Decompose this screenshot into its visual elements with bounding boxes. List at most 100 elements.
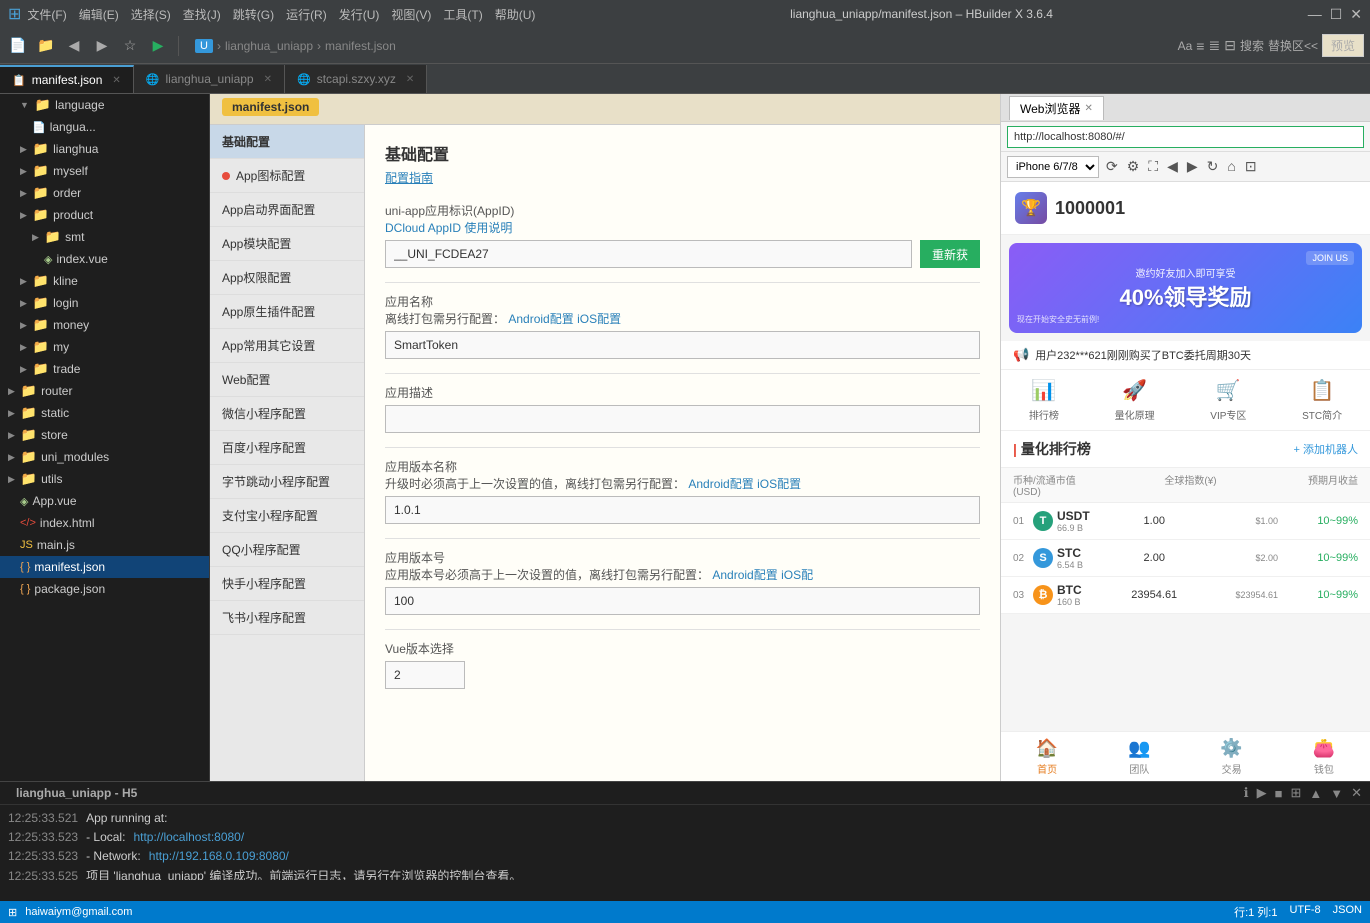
version-num-ios-link[interactable]: iOS配 (781, 568, 813, 582)
menu-view[interactable]: 视图(V) (391, 6, 431, 23)
align-button[interactable]: ≣ (1208, 37, 1220, 54)
add-robot-button[interactable]: + 添加机器人 (1294, 441, 1358, 457)
open-file-button[interactable]: 📁 (34, 34, 58, 58)
tab-stcapi[interactable]: 🌐 stcapi.szxy.xyz ✕ (285, 65, 427, 93)
bottom-close-button[interactable]: ✕ (1351, 785, 1362, 801)
sidebar-item-store[interactable]: ▶ 📁 store (0, 424, 209, 446)
menu-file[interactable]: 文件(F) (27, 6, 66, 23)
sidebar-item-myself[interactable]: ▶ 📁 myself (0, 160, 209, 182)
appid-usage-link[interactable]: 使用说明 (464, 221, 512, 235)
config-nav-app-launch[interactable]: App启动界面配置 (210, 193, 364, 227)
sidebar-item-my[interactable]: ▶ 📁 my (0, 336, 209, 358)
bottom-run-button[interactable]: ▶ (1257, 785, 1267, 801)
sidebar-item-trade[interactable]: ▶ 📁 trade (0, 358, 209, 380)
config-nav-web[interactable]: Web配置 (210, 363, 364, 397)
config-nav-basic[interactable]: 基础配置 (210, 125, 364, 159)
config-nav-toutiao[interactable]: 字节跳动小程序配置 (210, 465, 364, 499)
config-nav-app-sdk[interactable]: App模块配置 (210, 227, 364, 261)
bottom-down-button[interactable]: ▼ (1330, 786, 1343, 801)
version-android-link[interactable]: Android配置 (688, 477, 753, 491)
run-button[interactable]: ▶ (146, 34, 170, 58)
forward-button[interactable]: ▶ (90, 34, 114, 58)
sidebar-item-main-js[interactable]: JS main.js (0, 534, 209, 556)
sidebar-item-utils[interactable]: ▶ 📁 utils (0, 468, 209, 490)
config-nav-app-icon[interactable]: App图标配置 (210, 159, 364, 193)
nav-icon-stc[interactable]: 📋 STC简介 (1302, 378, 1342, 422)
tab-close-stcapi[interactable]: ✕ (406, 74, 414, 85)
log-link-network[interactable]: http://192.168.0.109:8080/ (149, 847, 289, 866)
forward-nav-button[interactable]: ▶ (1184, 158, 1201, 175)
back-nav-button[interactable]: ◀ (1164, 158, 1181, 175)
sidebar-item-app-vue[interactable]: ◈ App.vue (0, 490, 209, 512)
ios-config-link[interactable]: iOS配置 (577, 312, 621, 326)
sidebar-item-kline[interactable]: ▶ 📁 kline (0, 270, 209, 292)
sidebar-item-uni-modules[interactable]: ▶ 📁 uni_modules (0, 446, 209, 468)
browser-tab-close[interactable]: ✕ (1084, 103, 1092, 114)
menu-find[interactable]: 查找(J) (183, 6, 221, 23)
settings-button[interactable]: ⚙ (1124, 158, 1143, 175)
sidebar-item-order[interactable]: ▶ 📁 order (0, 182, 209, 204)
back-button[interactable]: ◀ (62, 34, 86, 58)
filter-button[interactable]: ⊟ (1224, 37, 1236, 54)
maximize-button[interactable]: ☐ (1330, 6, 1343, 23)
breadcrumb-project[interactable]: lianghua_uniapp (225, 39, 313, 53)
app-banner[interactable]: 邀约好友加入即可享受 40%领导奖励 JOIN US 现在开始安全史无前例! (1009, 243, 1362, 333)
minimize-button[interactable]: — (1308, 6, 1322, 23)
sidebar-item-money[interactable]: ▶ 📁 money (0, 314, 209, 336)
bookmark-button[interactable]: ☆ (118, 34, 142, 58)
menu-edit[interactable]: 编辑(E) (79, 6, 119, 23)
bottom-tab-home[interactable]: 🏠 首页 (1001, 732, 1093, 781)
format-button[interactable]: ≡ (1196, 38, 1204, 54)
menu-tools[interactable]: 工具(T) (443, 6, 482, 23)
breadcrumb-file[interactable]: manifest.json (325, 39, 396, 53)
sidebar-item-router[interactable]: ▶ 📁 router (0, 380, 209, 402)
sidebar-item-langua[interactable]: 📄 langua... (0, 116, 209, 138)
preview-button[interactable]: 预览 (1322, 34, 1364, 57)
sidebar-item-lianghua[interactable]: ▶ 📁 lianghua (0, 138, 209, 160)
close-button[interactable]: ✕ (1350, 6, 1362, 23)
version-num-input[interactable] (385, 587, 980, 615)
tab-close-manifest[interactable]: ✕ (112, 75, 120, 86)
refresh-button[interactable]: ↻ (1204, 158, 1222, 175)
sidebar-item-package-json[interactable]: { } package.json (0, 578, 209, 600)
config-nav-app-permission[interactable]: App权限配置 (210, 261, 364, 295)
appid-refresh-button[interactable]: 重新获 (920, 240, 980, 268)
bookmark-nav-button[interactable]: ⊡ (1242, 158, 1260, 175)
browser-tab-web[interactable]: Web浏览器 ✕ (1009, 96, 1104, 120)
version-ios-link[interactable]: iOS配置 (757, 477, 801, 491)
config-nav-kuaishou[interactable]: 快手小程序配置 (210, 567, 364, 601)
config-nav-qq[interactable]: QQ小程序配置 (210, 533, 364, 567)
menu-goto[interactable]: 跳转(G) (233, 6, 274, 23)
tab-lianghua[interactable]: 🌐 lianghua_uniapp ✕ (134, 65, 285, 93)
config-nav-wechat[interactable]: 微信小程序配置 (210, 397, 364, 431)
sidebar-item-smt[interactable]: ▶ 📁 smt (0, 226, 209, 248)
desc-input[interactable] (385, 405, 980, 433)
sidebar-item-static[interactable]: ▶ 📁 static (0, 402, 209, 424)
tab-manifest[interactable]: 📋 manifest.json ✕ (0, 65, 134, 93)
font-size-button[interactable]: Aa (1178, 39, 1193, 53)
rotate-button[interactable]: ⟳ (1103, 158, 1121, 175)
android-config-link[interactable]: Android配置 (508, 312, 573, 326)
version-name-input[interactable] (385, 496, 980, 524)
tab-close-lianghua[interactable]: ✕ (264, 74, 272, 85)
new-file-button[interactable]: 📄 (6, 34, 30, 58)
nav-icon-vip[interactable]: 🛒 VIP专区 (1210, 378, 1246, 422)
dcloud-appid-link[interactable]: DCloud AppID (385, 221, 461, 235)
config-nav-app-other[interactable]: App常用其它设置 (210, 329, 364, 363)
nav-icon-quant[interactable]: 🚀 量化原理 (1115, 378, 1155, 422)
appname-input[interactable] (385, 331, 980, 359)
menu-run[interactable]: 运行(R) (286, 6, 327, 23)
config-nav-alipay[interactable]: 支付宝小程序配置 (210, 499, 364, 533)
vue-version-input[interactable] (385, 661, 465, 689)
menu-help[interactable]: 帮助(U) (495, 6, 536, 23)
replace-button[interactable]: 替换区<< (1268, 37, 1318, 54)
bottom-tab-wallet[interactable]: 👛 钱包 (1278, 732, 1370, 781)
fullscreen-button[interactable]: ⛶ (1145, 158, 1161, 175)
sidebar-item-language[interactable]: ▼ 📁 language (0, 94, 209, 116)
sidebar-item-index-html[interactable]: </> index.html (0, 512, 209, 534)
sidebar-item-index-vue[interactable]: ◈ index.vue (0, 248, 209, 270)
bottom-info-button[interactable]: ℹ (1244, 785, 1249, 801)
home-button[interactable]: ⌂ (1224, 158, 1238, 175)
sidebar-item-product[interactable]: ▶ 📁 product (0, 204, 209, 226)
config-guide-link[interactable]: 配置指南 (385, 169, 980, 186)
